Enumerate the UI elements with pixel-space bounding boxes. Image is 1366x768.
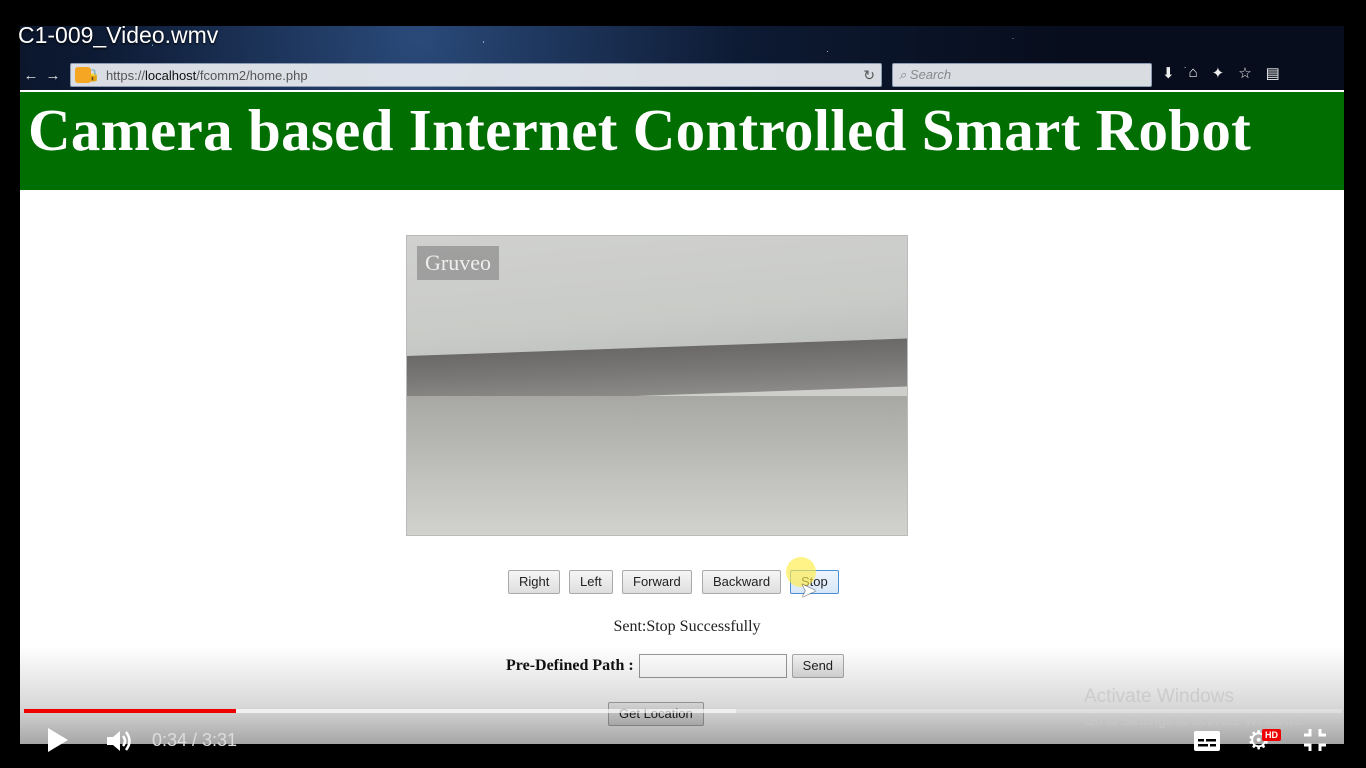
time-display: 0:34 / 3:31 [152, 730, 238, 750]
browser-toolbar: ← → 🔒 https://localhost/fcomm2/home.php … [20, 62, 1344, 88]
volume-icon[interactable] [104, 726, 134, 756]
video-title[interactable]: C1-009_Video.wmv [18, 22, 218, 49]
reload-icon[interactable]: ↻ [863, 67, 875, 84]
camera-badge: Gruveo [417, 246, 499, 280]
download-icon[interactable]: ⬇ [1162, 64, 1175, 82]
bookmark-star-icon[interactable]: ☆ [1238, 64, 1251, 82]
back-icon[interactable]: ← [20, 67, 42, 84]
forward-button[interactable]: Forward [622, 570, 692, 594]
status-message: Sent:Stop Successfully [613, 618, 761, 635]
hd-badge: HD [1262, 729, 1281, 741]
forward-icon[interactable]: → [42, 67, 64, 84]
left-button[interactable]: Left [569, 570, 613, 594]
video-frame[interactable]: ← → 🔒 https://localhost/fcomm2/home.php … [20, 26, 1344, 744]
mouse-pointer-icon: ➤ [800, 580, 817, 602]
home-icon[interactable]: ⌂ [1189, 64, 1198, 82]
play-icon[interactable] [46, 726, 70, 754]
path-input[interactable] [638, 654, 787, 678]
watermark-line1: Activate Windows [1084, 686, 1234, 707]
camera-floor [407, 396, 907, 535]
progress-bar[interactable] [24, 709, 1342, 713]
reader-icon[interactable]: ▤ [1266, 64, 1280, 82]
search-input[interactable]: ⌕ Search [892, 63, 1152, 87]
path-label: Pre-Defined Path : [506, 657, 634, 674]
path-row: Pre-Defined Path : Send [506, 654, 845, 678]
mic-icon [75, 67, 91, 83]
address-bar[interactable]: 🔒 https://localhost/fcomm2/home.php ↻ [70, 63, 882, 87]
player-controls: 0:34 / 3:31 ⚙ HD [0, 718, 1366, 768]
backward-button[interactable]: Backward [702, 570, 782, 594]
camera-feed: Gruveo [406, 235, 908, 536]
url-text: https://localhost/fcomm2/home.php [105, 67, 308, 83]
exit-fullscreen-icon[interactable] [1302, 727, 1328, 753]
extension-icon[interactable]: ✦ [1212, 64, 1225, 82]
site-header: Camera based Internet Controlled Smart R… [20, 92, 1344, 190]
progress-played [24, 709, 237, 713]
subtitles-icon[interactable] [1193, 730, 1221, 752]
right-button[interactable]: Right [508, 570, 561, 594]
page-title: Camera based Internet Controlled Smart R… [28, 97, 1252, 163]
send-button[interactable]: Send [791, 654, 845, 678]
